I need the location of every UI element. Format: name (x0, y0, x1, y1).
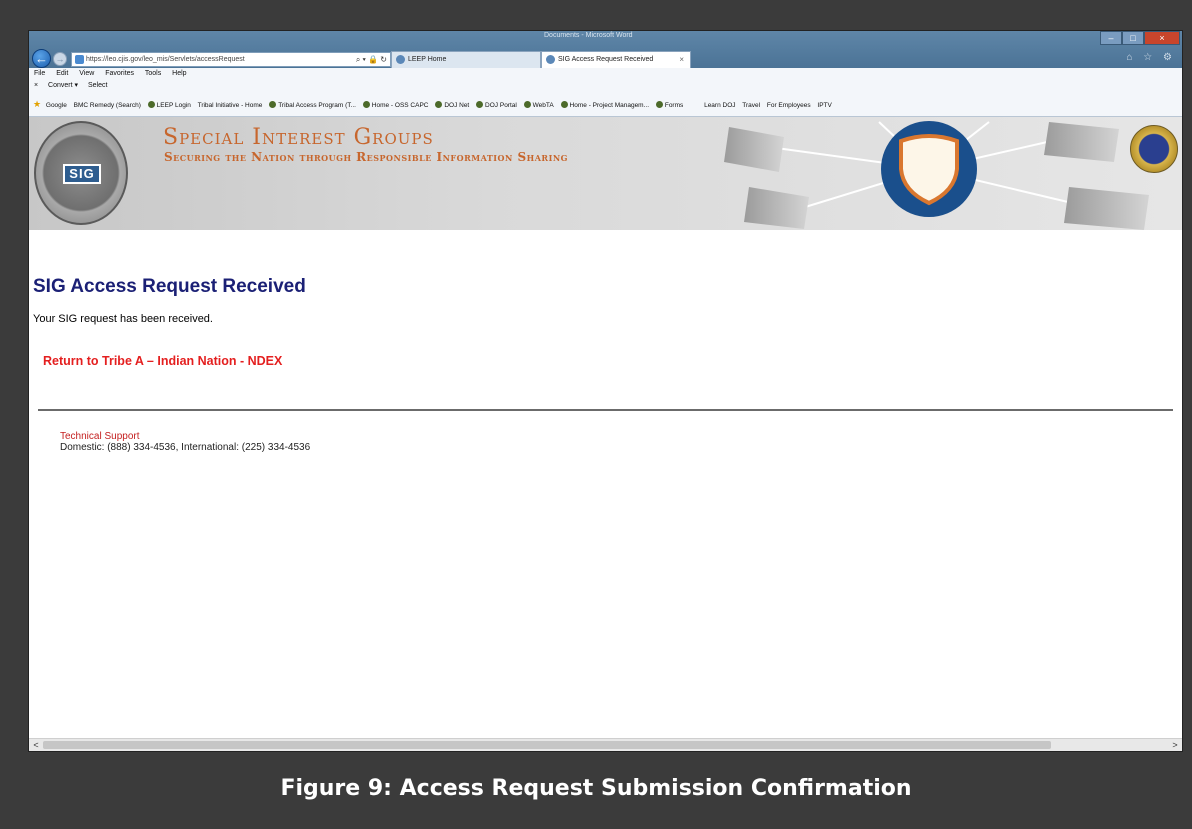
home-favorites-settings-icons[interactable]: ⌂ ☆ ⚙ (1126, 52, 1176, 63)
fav-leep-login[interactable]: LEEP Login (157, 102, 191, 109)
sig-logo-text: SIG (63, 164, 101, 184)
fav-project-management[interactable]: Home - Project Managem... (570, 102, 649, 109)
menu-view[interactable]: View (79, 70, 94, 77)
address-url: https://leo.cjis.gov/leo_mis/Servlets/ac… (86, 56, 245, 63)
favorites-bar: ★ Google BMC Remedy (Search) LEEP Login … (29, 92, 1182, 117)
return-to-group-link[interactable]: Return to Tribe A – Indian Nation - NDEX (43, 354, 282, 368)
address-bar[interactable]: https://leo.cjis.gov/leo_mis/Servlets/ac… (71, 52, 391, 67)
fav-icon (435, 101, 443, 108)
menu-file[interactable]: File (34, 70, 45, 77)
page-content: SIG Access Request Received Your SIG req… (29, 230, 1182, 740)
fav-for-employees[interactable]: For Employees (767, 102, 811, 109)
sig-seal-logo: SIG (34, 121, 128, 225)
forward-button[interactable]: → (53, 52, 67, 66)
scrollbar-thumb[interactable] (43, 741, 1051, 749)
fav-icon (523, 101, 531, 108)
tab-favicon-icon (546, 55, 555, 64)
banner-title: Special Interest Groups (163, 125, 434, 150)
figure-caption: Figure 9: Access Request Submission Conf… (280, 776, 912, 801)
fav-icon (476, 101, 484, 108)
figure-frame: Documents - Microsoft Word ← → https://l… (0, 0, 1192, 829)
fav-doj-portal[interactable]: DOJ Portal (485, 102, 517, 109)
fav-forms[interactable]: Forms (665, 102, 683, 109)
tab-leep-home[interactable]: LEEP Home (391, 51, 541, 68)
fav-icon (560, 101, 568, 108)
fav-icon (655, 101, 663, 108)
fav-tribal-access-program[interactable]: Tribal Access Program (T... (278, 102, 356, 109)
window-title: Documents - Microsoft Word (544, 32, 633, 39)
horizontal-scrollbar[interactable]: < > (29, 738, 1182, 751)
menu-help[interactable]: Help (172, 70, 186, 77)
convert-button[interactable]: Convert ▾ (48, 82, 78, 89)
close-toolbar-icon[interactable]: × (34, 82, 38, 89)
technical-support-phone: Domestic: (888) 334-4536, International:… (60, 442, 311, 453)
browser-window: Documents - Microsoft Word ← → https://l… (28, 30, 1183, 752)
fav-oss-capc[interactable]: Home - OSS CAPC (372, 102, 429, 109)
site-favicon-icon (75, 55, 84, 64)
tab-close-icon[interactable]: × (679, 52, 684, 67)
sig-banner: SIG Special Interest Groups Securing the… (29, 117, 1182, 230)
fav-icon (269, 101, 277, 108)
browser-titlebar: Documents - Microsoft Word ← → https://l… (29, 31, 1182, 68)
window-controls: – □ × (1100, 31, 1180, 48)
tab-label: SIG Access Request Received (558, 56, 654, 63)
fav-doj-net[interactable]: DOJ Net (444, 102, 469, 109)
address-tools-icons[interactable]: ⌕ ▾ 🔒 ↻ (356, 53, 387, 66)
fav-google[interactable]: Google (46, 102, 67, 109)
fbi-seal-logo (1130, 125, 1178, 173)
fav-iptv[interactable]: IPTV (817, 102, 831, 109)
fav-travel[interactable]: Travel (742, 102, 760, 109)
close-window-button[interactable]: × (1144, 31, 1180, 45)
tab-favicon-icon (396, 55, 405, 64)
select-button[interactable]: Select (88, 82, 107, 89)
fav-tribal-initiative[interactable]: Tribal Initiative - Home (198, 102, 263, 109)
fav-bmc-remedy[interactable]: BMC Remedy (Search) (74, 102, 141, 109)
favorites-star-icon[interactable]: ★ (33, 99, 41, 109)
maximize-button[interactable]: □ (1122, 31, 1144, 45)
page-title: SIG Access Request Received (33, 276, 306, 297)
network-graphic (724, 121, 1149, 230)
menu-bar: File Edit View Favorites Tools Help (29, 68, 1182, 80)
banner-subtitle: Securing the Nation through Responsible … (164, 150, 568, 164)
confirmation-message: Your SIG request has been received. (33, 313, 213, 325)
fav-learn-doj[interactable]: Learn DOJ (704, 102, 735, 109)
fav-icon (147, 101, 155, 108)
menu-edit[interactable]: Edit (56, 70, 68, 77)
minimize-button[interactable]: – (1100, 31, 1122, 45)
scroll-right-icon[interactable]: > (1168, 739, 1182, 751)
menu-tools[interactable]: Tools (145, 70, 161, 77)
technical-support-label: Technical Support (60, 431, 140, 442)
tab-label: LEEP Home (408, 56, 447, 63)
tab-sig-access-request[interactable]: SIG Access Request Received × (541, 51, 691, 68)
fav-webta[interactable]: WebTA (533, 102, 554, 109)
menu-favorites[interactable]: Favorites (105, 70, 134, 77)
divider (38, 409, 1173, 411)
scroll-left-icon[interactable]: < (29, 739, 43, 751)
back-button[interactable]: ← (32, 49, 51, 68)
fav-icon (362, 101, 370, 108)
command-bar: × Convert ▾ Select (29, 80, 1182, 92)
